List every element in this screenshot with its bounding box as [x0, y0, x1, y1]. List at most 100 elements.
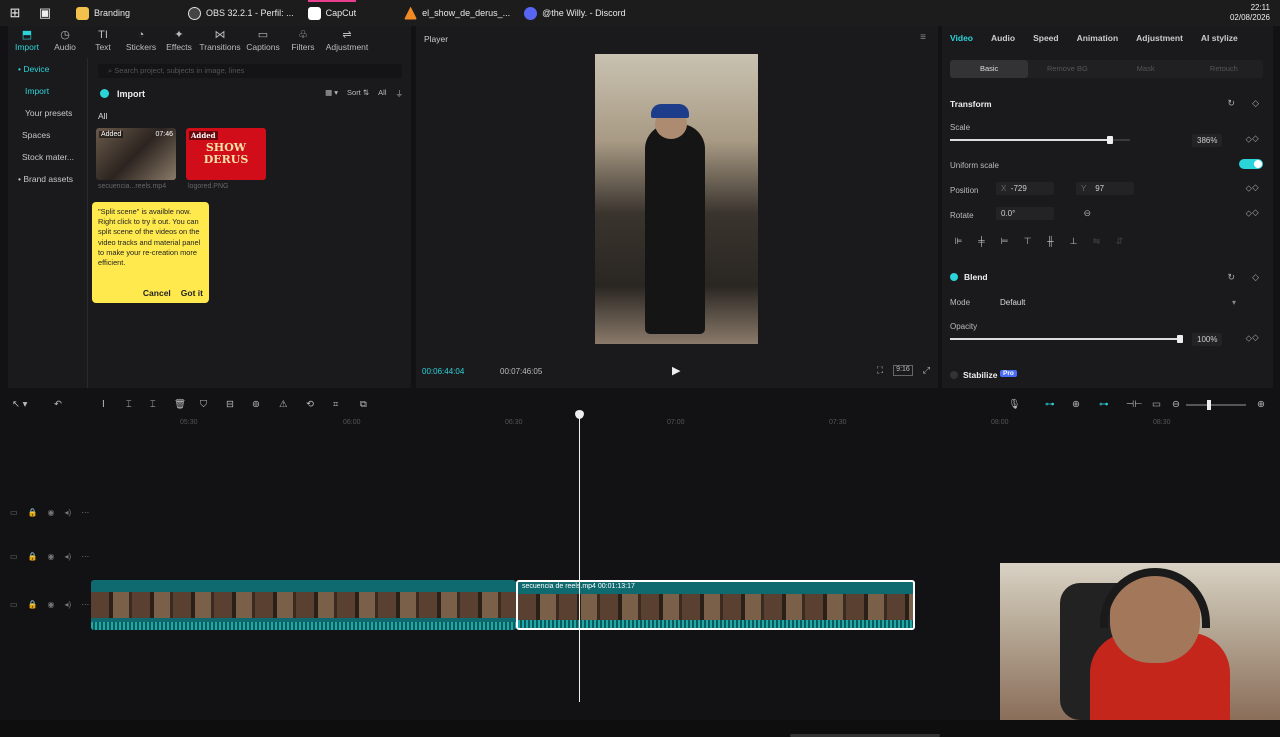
taskbar-item-obs[interactable]: OBS 32.2.1 - Perfil: ... — [182, 0, 300, 26]
eye-icon[interactable]: ◉ — [48, 508, 55, 517]
align-center-icon[interactable]: ╪ — [973, 234, 990, 248]
track-cover-icon[interactable]: ▭ — [10, 600, 18, 609]
opacity-value[interactable]: 100% — [1192, 333, 1223, 346]
playhead[interactable] — [579, 412, 580, 702]
tab-ai-stylize[interactable]: AI stylize — [1201, 33, 1238, 43]
subtab-mask[interactable]: Mask — [1107, 60, 1185, 78]
import-button[interactable]: Import — [100, 86, 152, 101]
more-icon[interactable]: ⋯ — [81, 552, 89, 561]
zoom-in-icon[interactable]: ⊕ — [1257, 399, 1265, 410]
position-x-field[interactable]: X -729 — [996, 182, 1054, 195]
keyframe-icon[interactable]: ◇ — [1252, 272, 1259, 283]
keyframe-icon[interactable]: ⬦◇ — [1246, 333, 1259, 344]
reset-icon[interactable]: ↻ — [1227, 98, 1235, 109]
subtab-remove-bg[interactable]: Remove BG — [1028, 60, 1106, 78]
align-top-icon[interactable]: ⊤ — [1019, 234, 1036, 248]
task-view-icon[interactable]: ▣ — [30, 0, 60, 26]
menu-icon[interactable]: ≡ — [920, 32, 926, 43]
taskbar-item-capcut[interactable]: CapCut — [302, 0, 363, 26]
captions-track-icon[interactable]: ▭ — [1152, 399, 1161, 410]
eye-icon[interactable]: ◉ — [48, 600, 55, 609]
tool-adjustment[interactable]: ⇌ Adjustment — [322, 26, 372, 56]
subtab-basic[interactable]: Basic — [950, 60, 1029, 78]
taskbar-item-branding[interactable]: Branding — [70, 0, 136, 26]
grid-view-icon[interactable]: ▦ ▾ — [325, 88, 338, 99]
opacity-slider[interactable] — [950, 335, 1183, 343]
tooltip-got-it-button[interactable]: Got it — [181, 288, 203, 298]
preview-axis-icon[interactable]: ⊶ — [1099, 399, 1109, 410]
media-thumb-logo[interactable]: Added SHOW DERUS — [186, 128, 266, 180]
speaker-icon[interactable]: ◂) — [65, 508, 72, 517]
blend-checkbox[interactable] — [950, 273, 958, 281]
microphone-icon[interactable]: 🎙 — [1008, 399, 1020, 410]
track-cover-icon[interactable]: ▭ — [10, 508, 18, 517]
play-icon[interactable]: ▶ — [672, 364, 680, 377]
sort-button[interactable]: Sort ⇅ — [347, 88, 369, 99]
split-screen-icon[interactable]: ⊣⊢ — [1126, 399, 1143, 410]
eye-icon[interactable]: ◉ — [48, 552, 55, 561]
split-right-icon[interactable]: ⌶ — [150, 399, 156, 410]
fullscreen-icon[interactable]: ⤢ — [923, 365, 930, 376]
video-preview[interactable] — [595, 54, 758, 344]
tool-import[interactable]: ⬒ Import — [8, 26, 46, 56]
auto-reframe-icon[interactable]: ⧉ — [360, 399, 367, 410]
speaker-icon[interactable]: ◂) — [65, 600, 72, 609]
timeline-clip[interactable] — [91, 580, 516, 630]
delete-icon[interactable]: 🗑 — [174, 399, 186, 410]
tab-adjustment[interactable]: Adjustment — [1136, 33, 1183, 43]
align-bottom-icon[interactable]: ⊥ — [1065, 234, 1082, 248]
tool-audio[interactable]: ◷ Audio — [46, 26, 84, 56]
subtab-retouch[interactable]: Retouch — [1185, 60, 1263, 78]
windows-start-icon[interactable]: ⊞ — [0, 0, 30, 26]
nav-your-presets[interactable]: Your presets — [8, 102, 87, 124]
speaker-icon[interactable]: ◂) — [65, 552, 72, 561]
all-filter-button[interactable]: All — [378, 88, 386, 99]
scale-slider-knob[interactable] — [1107, 136, 1114, 144]
nav-import[interactable]: Import — [8, 80, 87, 102]
opacity-slider-knob[interactable] — [1177, 335, 1183, 343]
align-middle-icon[interactable]: ╫ — [1042, 234, 1059, 248]
blend-mode-select[interactable]: Default ▾ — [996, 296, 1240, 310]
media-search-input[interactable]: ⌕ Search project, subjects in image, lin… — [98, 64, 402, 78]
split-left-icon[interactable]: ⌶ — [126, 399, 132, 410]
nav-brand-assets[interactable]: • Brand assets — [8, 168, 87, 190]
track-cover-icon[interactable]: ▭ — [10, 552, 18, 561]
zoom-knob[interactable] — [1207, 400, 1211, 410]
magnet-icon[interactable]: ⊶ — [1045, 399, 1055, 410]
timeline-ruler[interactable]: 05:30 06:00 06:30 07:00 07:30 08:00 08:3… — [90, 417, 1280, 429]
tool-captions[interactable]: ▭ Captions — [242, 26, 284, 56]
tab-audio[interactable]: Audio — [991, 33, 1015, 43]
reset-icon[interactable]: ↻ — [1227, 272, 1235, 283]
tool-text[interactable]: TI Text — [84, 26, 122, 56]
tool-effects[interactable]: ✦ Effects — [160, 26, 198, 56]
nav-stock-material[interactable]: Stock mater... — [8, 146, 87, 168]
lock-icon[interactable]: 🔒 — [28, 508, 38, 517]
fit-screen-icon[interactable]: ⛶ — [877, 365, 883, 376]
tab-video[interactable]: Video — [950, 33, 973, 43]
flip-v-icon[interactable]: ⇵ — [1111, 234, 1128, 248]
taskbar-item-vlc[interactable]: el_show_de_derus_... — [398, 0, 516, 26]
freeze-icon[interactable]: ⊟ — [226, 399, 234, 410]
link-icon[interactable]: ⊕ — [1072, 399, 1080, 410]
rotate-dial-icon[interactable]: ⊖ — [1083, 208, 1091, 219]
keyframe-icon[interactable]: ⬦◇ — [1246, 183, 1259, 194]
scale-slider[interactable] — [950, 136, 1130, 144]
rotate-icon[interactable]: ⟲ — [306, 399, 314, 410]
keyframe-icon[interactable]: ⬦◇ — [1246, 134, 1259, 145]
align-left-icon[interactable]: ⊫ — [950, 234, 967, 248]
crop-icon[interactable]: ⌗ — [333, 399, 338, 410]
tool-filters[interactable]: ♧ Filters — [284, 26, 322, 56]
stabilize-checkbox[interactable] — [950, 371, 958, 379]
zoom-out-icon[interactable]: ⊖ — [1172, 399, 1180, 410]
align-right-icon[interactable]: ⊨ — [996, 234, 1013, 248]
media-thumb-video[interactable]: Added 07:46 — [96, 128, 176, 180]
more-icon[interactable]: ⋯ — [81, 508, 89, 517]
marker-icon[interactable]: ⛉ — [200, 399, 207, 410]
speed-icon[interactable]: ⊚ — [252, 399, 260, 410]
system-clock[interactable]: 22:11 02/08/2026 — [1230, 3, 1270, 23]
ratio-button[interactable]: 9:16 — [893, 365, 913, 376]
tab-speed[interactable]: Speed — [1033, 33, 1059, 43]
tool-stickers[interactable]: ◔ Stickers — [122, 26, 160, 56]
tool-transitions[interactable]: ⋈ Transitions — [198, 26, 242, 56]
timeline-zoom-slider[interactable] — [1186, 400, 1246, 410]
